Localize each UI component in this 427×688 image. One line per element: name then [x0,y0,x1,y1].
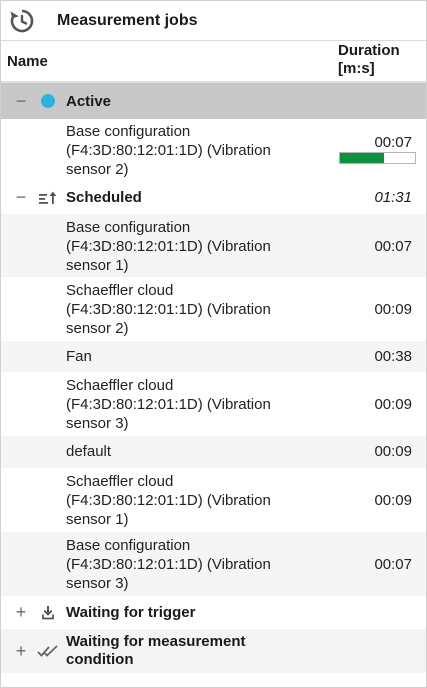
job-name: default [66,443,112,460]
list-item[interactable]: Base configuration (F4:3D:80:12:01:1D) (… [1,119,426,181]
page-title: Measurement jobs [57,11,198,29]
group-label: Active [66,92,112,110]
list-item[interactable]: Schaeffler cloud (F4:3D:80:12:01:1D) (Vi… [1,468,426,532]
column-duration-header[interactable]: Duration [m:s] [338,42,418,78]
list-item[interactable]: Schaeffler cloud (F4:3D:80:12:01:1D) (Vi… [1,372,426,436]
group-scheduled[interactable]: − Scheduled 01:31 [1,181,426,214]
double-check-icon [37,642,59,660]
expand-waiting-trigger-button[interactable]: + [13,602,29,623]
job-duration: 00:07 [374,238,412,255]
job-name: Base configuration (F4:3D:80:12:01:1D) (… [66,537,271,592]
group-waiting-for-condition[interactable]: + Waiting for measurement condition [1,629,426,673]
expand-waiting-condition-button[interactable]: + [13,641,29,662]
job-name: Schaeffler cloud (F4:3D:80:12:01:1D) (Vi… [66,282,271,337]
group-label: Scheduled [66,189,142,206]
job-name: Base configuration (F4:3D:80:12:01:1D) (… [66,123,271,178]
job-progress-bar [339,152,416,164]
job-name: Schaeffler cloud (F4:3D:80:12:01:1D) (Vi… [66,473,271,528]
collapse-scheduled-button[interactable]: − [13,187,29,208]
active-status-icon [37,92,59,110]
job-duration: 00:09 [374,443,412,460]
collapse-active-button[interactable]: − [13,91,29,112]
job-duration: 00:09 [374,301,412,318]
list-item[interactable]: Fan 00:38 [1,341,426,372]
list-item[interactable]: Base configuration (F4:3D:80:12:01:1D) (… [1,214,426,277]
list-item[interactable]: default 00:09 [1,436,426,468]
job-name: Fan [66,348,92,365]
job-name: Schaeffler cloud (F4:3D:80:12:01:1D) (Vi… [66,377,271,432]
history-refresh-icon[interactable] [9,8,35,34]
group-active[interactable]: − Active [1,83,426,119]
column-name-header[interactable]: Name [7,53,48,70]
measurement-jobs-panel: Measurement jobs Name Duration [m:s] − A… [0,0,427,688]
column-header: Name Duration [m:s] [1,41,426,83]
trigger-icon [37,604,59,622]
group-label: Waiting for trigger [66,604,196,621]
job-duration: 00:07 [374,556,412,573]
job-duration: 00:07 [374,134,412,151]
list-item[interactable]: Base configuration (F4:3D:80:12:01:1D) (… [1,532,426,596]
list-item[interactable]: Schaeffler cloud (F4:3D:80:12:01:1D) (Vi… [1,277,426,341]
panel-header: Measurement jobs [1,1,426,41]
group-waiting-for-trigger[interactable]: + Waiting for trigger [1,596,426,629]
job-duration: 00:38 [374,348,412,365]
group-total-duration: 01:31 [374,189,412,206]
job-duration: 00:09 [374,492,412,509]
sort-order-icon [37,189,59,207]
job-duration: 00:09 [374,396,412,413]
group-label: Waiting for measurement condition [66,633,246,668]
progress-fill [340,153,384,163]
job-name: Base configuration (F4:3D:80:12:01:1D) (… [66,219,271,274]
duration-header-text: Duration [m:s] [338,42,400,77]
